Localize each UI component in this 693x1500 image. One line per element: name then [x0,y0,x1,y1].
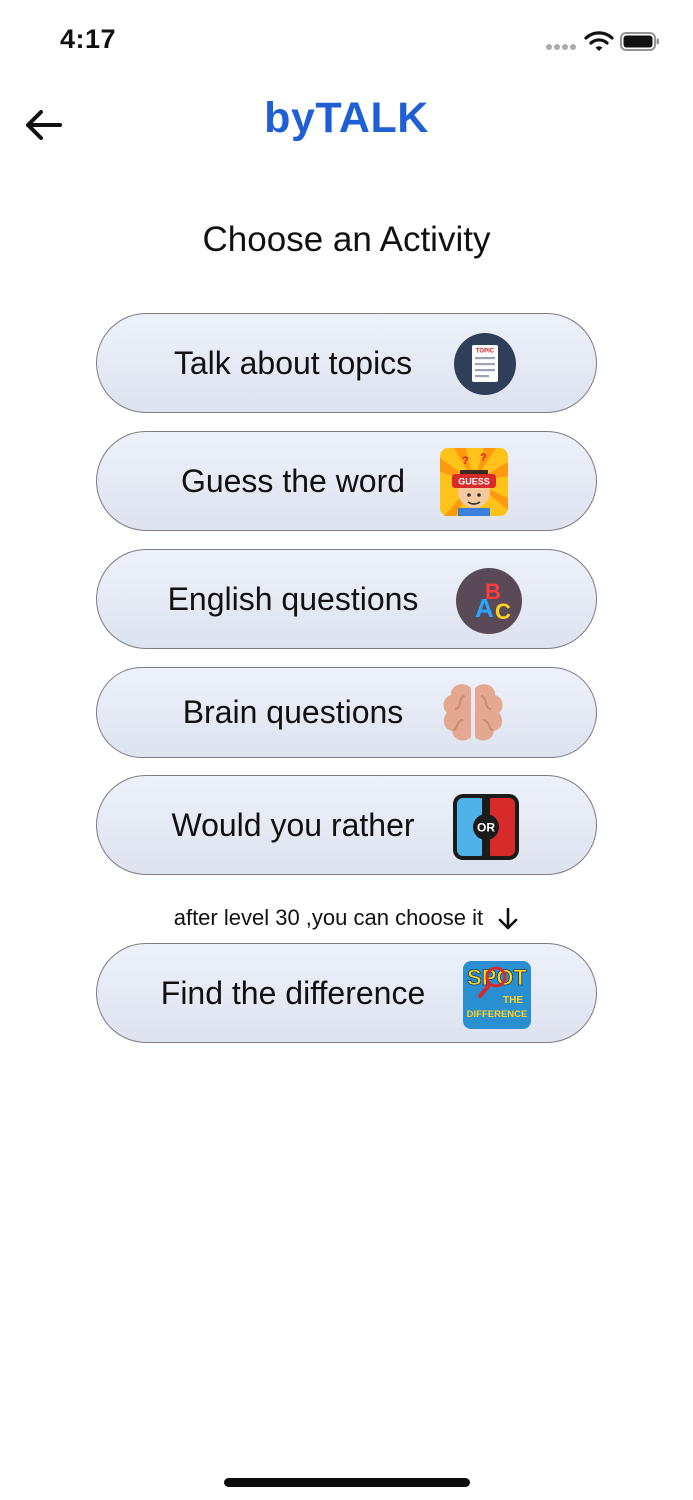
activity-guess-the-word-button[interactable]: Guess the word GUESS ? ? [96,431,597,531]
svg-text:TOPIC: TOPIC [476,349,495,355]
activity-would-you-rather-button[interactable]: Would you rather OR [96,775,597,875]
svg-text:OR: OR [477,821,495,835]
battery-icon [620,32,659,51]
svg-text:GUESS: GUESS [458,477,490,487]
or-choice-icon: OR [453,794,519,860]
activity-english-questions-button[interactable]: English questions A B C [96,549,597,649]
level-note-text: after level 30 ,you can choose it [173,905,484,930]
guess-card-icon: GUESS ? ? [440,448,508,516]
wifi-icon [584,31,614,51]
svg-text:?: ? [480,452,487,464]
svg-text:DIFFERENCE: DIFFERENCE [467,1009,528,1020]
svg-text:?: ? [462,455,469,467]
app-title: byTALK [264,94,429,142]
status-time: 4:17 [60,24,117,54]
topic-list-icon: TOPIC [454,333,516,395]
activity-label: Would you rather [171,806,415,843]
activity-brain-questions-button[interactable]: Brain questions [96,667,597,758]
activity-label: Guess the word [180,462,406,499]
activity-label: Talk about topics [173,344,413,381]
cellular-signal-icon [546,44,578,52]
level-unlock-note: after level 30 ,you can choose it [0,905,693,931]
activity-talk-about-topics-button[interactable]: Talk about topics TOPIC [96,313,597,413]
activity-label: Brain questions [182,694,404,730]
activity-find-the-difference-button[interactable]: Find the difference SPOT THE DIFFERENCE [96,943,597,1043]
brain-icon [443,684,503,741]
status-bar: 4:17 [0,0,693,84]
abc-letters-icon: A B C [456,568,522,634]
spot-the-difference-icon: SPOT THE DIFFERENCE [463,961,531,1029]
activity-label: English questions [167,580,419,617]
activity-label: Find the difference [160,974,426,1011]
svg-text:C: C [495,599,511,624]
svg-text:THE: THE [503,995,523,1006]
arrow-down-icon [498,907,518,930]
page-subtitle: Choose an Activity [202,220,491,259]
home-indicator[interactable] [224,1478,470,1487]
